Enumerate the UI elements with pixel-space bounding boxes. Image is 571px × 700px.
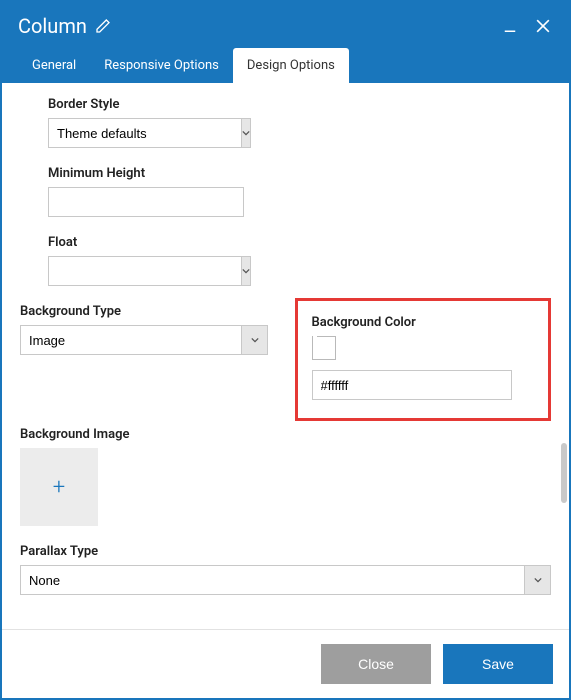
minimum-height-input[interactable] [48,187,244,217]
border-style-value[interactable] [48,118,242,148]
plus-icon: + [53,475,65,500]
tab-design-options[interactable]: Design Options [233,48,349,83]
minimum-height-field: Minimum Height [48,166,551,217]
tab-responsive-options[interactable]: Responsive Options [90,48,233,83]
add-image-button[interactable]: + [20,448,98,526]
border-style-label: Border Style [48,97,551,112]
parallax-type-select[interactable] [20,565,551,595]
background-type-value[interactable] [20,325,242,355]
close-icon[interactable] [533,16,553,36]
background-color-col: Background Color [295,304,552,421]
float-value[interactable] [48,256,242,286]
background-row: Background Type Background Color [20,304,551,421]
edit-icon[interactable] [95,18,111,34]
parallax-type-value[interactable] [20,565,525,595]
modal-header: Column General Responsive Options Design… [2,2,569,83]
border-style-select[interactable] [48,118,244,148]
color-swatch[interactable] [312,336,336,360]
chevron-down-icon[interactable] [242,256,251,286]
chevron-down-icon[interactable] [242,118,251,148]
title-row: Column [18,14,553,48]
background-image-field: Background Image + [20,427,551,526]
border-style-field: Border Style [48,97,551,148]
parallax-type-label: Parallax Type [20,544,551,559]
float-select[interactable] [48,256,244,286]
modal-title: Column [18,14,87,38]
chevron-down-icon[interactable] [242,325,268,355]
modal-footer: Close Save [2,629,569,698]
minimum-height-label: Minimum Height [48,166,551,181]
column-settings-modal: Column General Responsive Options Design… [0,0,571,700]
title-left: Column [18,14,111,38]
save-button[interactable]: Save [443,644,553,684]
background-type-field: Background Type [20,304,277,355]
float-field: Float [48,235,551,286]
chevron-down-icon[interactable] [525,565,551,595]
window-controls [501,16,553,36]
minimize-button[interactable] [501,17,519,35]
tab-bar: General Responsive Options Design Option… [18,48,553,83]
background-type-label: Background Type [20,304,277,319]
background-color-highlight: Background Color [295,298,552,421]
background-color-label: Background Color [312,315,535,330]
scrollbar-thumb[interactable] [561,443,567,503]
modal-body: Border Style Minimum Height Float [2,83,569,629]
tab-general[interactable]: General [18,48,90,83]
close-button[interactable]: Close [321,644,431,684]
background-image-label: Background Image [20,427,551,442]
parallax-type-field: Parallax Type [20,544,551,595]
background-type-select[interactable] [20,325,268,355]
background-color-input[interactable] [312,370,512,400]
float-label: Float [48,235,551,250]
